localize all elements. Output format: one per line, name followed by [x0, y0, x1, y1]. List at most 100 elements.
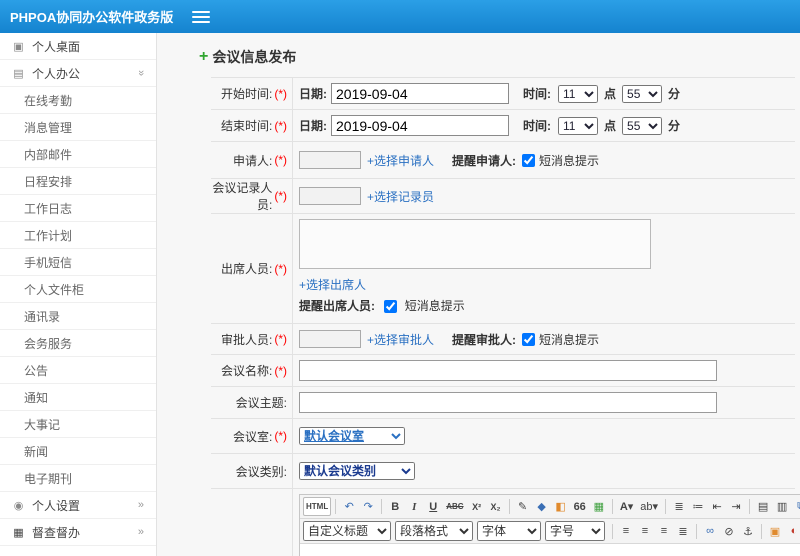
form-row-meeting-name: 会议名称: (*) [211, 355, 795, 387]
choose-recorder-link[interactable]: +选择记录员 [367, 188, 434, 205]
choose-approver-link[interactable]: +选择审批人 [367, 331, 434, 348]
undo-button[interactable]: ↶ [340, 497, 358, 516]
minute-unit: 分 [668, 119, 681, 133]
sidebar-item-work-plan[interactable]: 工作计划 [0, 222, 156, 249]
underline-button[interactable]: U [424, 497, 442, 516]
sidebar-item-label: 督查督办 [32, 525, 81, 540]
sidebar-item-office[interactable]: ▤ 个人办公 » [0, 60, 156, 87]
sidebar-item-sms[interactable]: 手机短信 [0, 249, 156, 276]
end-date-input[interactable] [331, 115, 509, 136]
sidebar-item-settings[interactable]: ◉ 个人设置 » [0, 492, 156, 519]
editor-toolbar-row1: HTML ↶ ↷ B I U ABC X² X₂ ✎ ◆ ◧ 66 ▦ A▾ a… [300, 495, 800, 519]
sidebar-item-attendance[interactable]: 在线考勤 [0, 87, 156, 114]
font-size-select[interactable]: 字号 [545, 521, 605, 541]
unordered-list-button[interactable]: ≔ [689, 497, 707, 516]
anchor-button[interactable]: ⚓ [739, 522, 757, 541]
maximize-button[interactable]: ⧉ [792, 497, 800, 516]
meeting-form: 开始时间:(*) 日期: 时间: 11 点 55 分 结束时间:(*) [211, 77, 800, 556]
chevron-right-icon: » [137, 499, 144, 511]
sidebar-item-internal-mail[interactable]: 内部邮件 [0, 141, 156, 168]
briefcase-icon: ▤ [13, 67, 24, 80]
meeting-category-select[interactable]: 默认会议类别 [299, 462, 415, 480]
sidebar-item-desktop[interactable]: ▣ 个人桌面 [0, 33, 156, 60]
source-button[interactable]: HTML [303, 497, 332, 516]
applicant-sms-checkbox[interactable] [522, 153, 536, 167]
approver-input[interactable] [299, 330, 361, 348]
recorder-input[interactable] [299, 187, 361, 205]
blockquote-button[interactable]: 66 [571, 497, 589, 516]
pencil-button[interactable]: ✎ [514, 497, 532, 516]
hour-unit: 点 [604, 87, 617, 101]
image-button[interactable]: ▣ [766, 522, 784, 541]
strikethrough-button[interactable]: ABC [443, 497, 466, 516]
format-painter-button[interactable]: ◧ [552, 497, 570, 516]
highlight-button[interactable]: ab▾ [637, 497, 661, 516]
paragraph-format-select[interactable]: 段落格式 [395, 521, 473, 541]
remind-applicant-label: 提醒申请人: [452, 153, 517, 168]
sidebar-item-contacts[interactable]: 通讯录 [0, 303, 156, 330]
sidebar-item-work-log[interactable]: 工作日志 [0, 195, 156, 222]
editor-content-area[interactable] [300, 544, 800, 556]
link-button[interactable]: ∞ [701, 522, 719, 541]
minute-unit: 分 [668, 87, 681, 101]
outdent-button[interactable]: ⇤ [708, 497, 726, 516]
start-time-label: 开始时间: (*) [211, 78, 293, 109]
sidebar-item-events[interactable]: 大事记 [0, 411, 156, 438]
choose-applicant-link[interactable]: +选择申请人 [367, 152, 434, 169]
meeting-topic-input[interactable] [299, 392, 717, 413]
italic-button[interactable]: I [405, 497, 423, 516]
font-family-select[interactable]: 字体 [477, 521, 541, 541]
superscript-button[interactable]: X² [468, 497, 486, 516]
page-title: 会议信息发布 [212, 49, 297, 65]
meeting-room-select[interactable]: 默认会议室 [299, 427, 405, 445]
meeting-name-label: 会议名称: (*) [211, 355, 293, 386]
remind-attendees-label: 提醒出席人员: [299, 299, 375, 313]
start-hour-select[interactable]: 11 [558, 84, 598, 103]
sidebar-item-supervision[interactable]: ▦ 督查督办 » [0, 519, 156, 546]
align-justify-button[interactable]: ≣ [674, 522, 692, 541]
subscript-button[interactable]: X₂ [487, 497, 505, 516]
pagebreak-button[interactable]: ▦ [590, 497, 608, 516]
editor-toolbar-row2: 自定义标题 段落格式 字体 字号 ≡ ≡ ≡ ≣ ∞ ⊘ ⚓ ▣ ◐ [300, 519, 800, 544]
meeting-name-input[interactable] [299, 360, 717, 381]
meeting-topic-label: 会议主题: [211, 387, 293, 418]
align-left-button[interactable]: ≡ [617, 522, 635, 541]
end-hour-select[interactable]: 11 [558, 116, 598, 135]
custom-title-select[interactable]: 自定义标题 [303, 521, 391, 541]
desktop-icon: ▣ [13, 40, 24, 53]
sidebar-item-news[interactable]: 新闻 [0, 438, 156, 465]
sidebar-item-notice[interactable]: 通知 [0, 384, 156, 411]
menu-icon[interactable] [192, 10, 210, 23]
approver-sms-checkbox[interactable] [522, 332, 536, 346]
start-minute-select[interactable]: 55 [622, 84, 663, 103]
sidebar-item-messages[interactable]: 消息管理 [0, 114, 156, 141]
sidebar-item-announcement[interactable]: 公告 [0, 357, 156, 384]
eraser-button[interactable]: ◆ [533, 497, 551, 516]
choose-attendees-link[interactable]: +选择出席人 [299, 278, 366, 292]
rich-text-editor: HTML ↶ ↷ B I U ABC X² X₂ ✎ ◆ ◧ 66 ▦ A▾ a… [299, 494, 800, 556]
align-center-button[interactable]: ≡ [636, 522, 654, 541]
page-button[interactable]: ▤ [754, 497, 772, 516]
ordered-list-button[interactable]: ≣ [670, 497, 688, 516]
form-row-end-time: 结束时间:(*) 日期: 时间: 11 点 55 分 [211, 110, 795, 142]
sidebar-item-e-journal[interactable]: 电子期刊 [0, 465, 156, 492]
sidebar-item-file-cabinet[interactable]: 个人文件柜 [0, 276, 156, 303]
unlink-button[interactable]: ⊘ [720, 522, 738, 541]
sidebar-item-schedule[interactable]: 日程安排 [0, 168, 156, 195]
indent-button[interactable]: ⇥ [727, 497, 745, 516]
redo-button[interactable]: ↷ [359, 497, 377, 516]
bold-button[interactable]: B [386, 497, 404, 516]
meeting-room-label: 会议室: (*) [211, 419, 293, 453]
applicant-input[interactable] [299, 151, 361, 169]
font-color-button[interactable]: A▾ [617, 497, 636, 516]
recorder-label: 会议记录人员: (*) [211, 179, 293, 213]
align-right-button[interactable]: ≡ [655, 522, 673, 541]
preview-button[interactable]: ▥ [773, 497, 791, 516]
hour-unit: 点 [604, 119, 617, 133]
attendees-textarea[interactable] [299, 219, 651, 269]
attendees-sms-checkbox[interactable] [384, 300, 398, 314]
flash-button[interactable]: ◐ [785, 522, 800, 541]
sidebar-item-meeting-service[interactable]: 会务服务 [0, 330, 156, 357]
start-date-input[interactable] [331, 83, 509, 104]
end-minute-select[interactable]: 55 [622, 116, 663, 135]
